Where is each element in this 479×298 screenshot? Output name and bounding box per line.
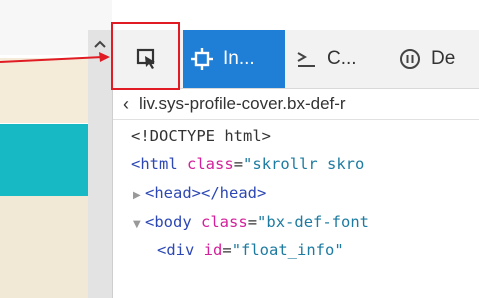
breadcrumb-back-icon[interactable]: ‹: [113, 94, 139, 115]
page-lower-area: [0, 196, 88, 298]
tab-debugger[interactable]: De: [397, 38, 479, 80]
page-dropdown-area[interactable]: [0, 58, 88, 152]
tree-node-doctype[interactable]: <!DOCTYPE html>: [113, 122, 479, 150]
tab-inspector-label: In...: [223, 48, 255, 69]
tab-console-label: C...: [327, 48, 357, 69]
tab-console[interactable]: C...: [291, 38, 391, 80]
page-teal-banner: [0, 124, 88, 196]
tab-inspector[interactable]: In...: [183, 30, 285, 88]
html-attr-value: "skrollr skro: [243, 155, 365, 173]
div-tag: <div: [157, 241, 195, 259]
markup-tree: <!DOCTYPE html> <html class="skrollr skr…: [113, 122, 479, 298]
breadcrumb: ‹ liv.sys-profile-cover.bx-def-r: [113, 89, 479, 120]
head-tag: <head></head>: [145, 184, 267, 202]
collapse-arrow-icon[interactable]: ▼: [133, 211, 145, 236]
html-tag: <html: [131, 155, 178, 173]
body-attr-value: "bx-def-font: [257, 213, 370, 231]
body-tag: <body: [145, 213, 192, 231]
expand-arrow-icon[interactable]: ▶: [133, 182, 145, 207]
console-icon: [297, 52, 315, 67]
breadcrumb-item[interactable]: liv.sys-profile-cover.bx-def-r: [139, 94, 346, 114]
debugger-pause-icon: [400, 49, 420, 69]
tree-node-body[interactable]: ▼ <body class="bx-def-font: [113, 208, 479, 236]
tab-debugger-label: De: [431, 48, 456, 69]
body-attr-eq: =: [247, 213, 258, 231]
div-attr-value: "float_info": [231, 241, 344, 259]
scroll-up-icon[interactable]: [89, 36, 111, 52]
annotation-highlight-box: [111, 22, 180, 90]
tree-node-head[interactable]: ▶ <head></head>: [113, 179, 479, 207]
div-attr-name: id: [203, 241, 223, 259]
body-attr-name: class: [201, 213, 248, 231]
div-attr-eq: =: [222, 241, 232, 259]
inspector-icon: [191, 48, 213, 70]
tree-node-div[interactable]: <div id="float_info": [113, 236, 479, 264]
scrollbar[interactable]: [88, 30, 112, 298]
html-attr-name: class: [187, 155, 234, 173]
doctype-text: <!DOCTYPE html>: [131, 127, 271, 145]
tree-node-html[interactable]: <html class="skrollr skro: [113, 150, 479, 178]
html-attr-eq: =: [233, 155, 244, 173]
